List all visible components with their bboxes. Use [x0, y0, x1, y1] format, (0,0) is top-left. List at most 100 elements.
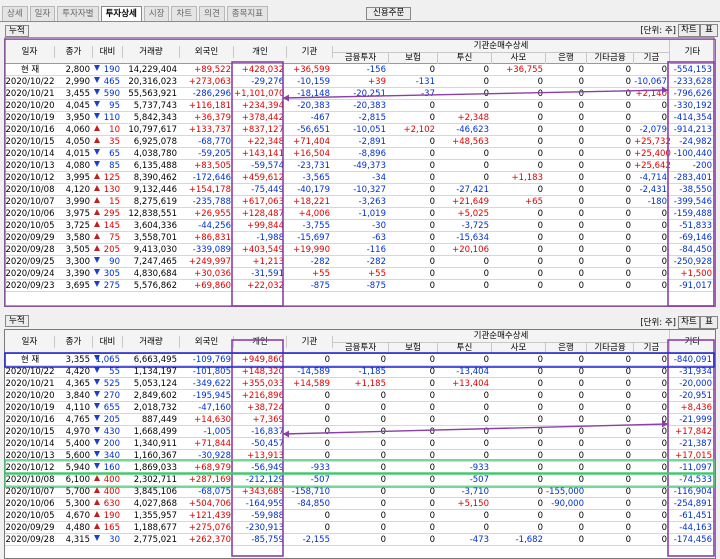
header-insurance[interactable]: 보험: [389, 52, 438, 64]
header-institution[interactable]: 기관: [287, 336, 333, 348]
table-row[interactable]: 2020/10/20 3,840 270 2,849,602 -195,945 +216,…: [5, 390, 715, 402]
table-row[interactable]: 2020/10/16 4,765 205 887,449 +14,630 +7,369 0 0…: [5, 414, 715, 426]
header-bank[interactable]: 은행: [546, 342, 587, 354]
table-row[interactable]: 2020/10/13 5,600 340 1,160,367 -30,928 +13,91…: [5, 450, 715, 462]
table-row[interactable]: 2020/10/07 5,700 400 3,845,106 -68,075 +343,6…: [5, 486, 715, 498]
tab-0[interactable]: 상세: [2, 6, 28, 21]
table-button[interactable]: 표: [700, 24, 718, 37]
table-row[interactable]: 2020/10/15 4,970 430 1,668,499 -1,005 -16,837…: [5, 426, 715, 438]
header-change[interactable]: 대비: [93, 336, 123, 348]
header-bank[interactable]: 은행: [546, 52, 587, 64]
change-value: 75: [109, 233, 120, 243]
cell: 3,950: [65, 113, 90, 123]
tab-6[interactable]: 의견: [199, 6, 225, 21]
table-row[interactable]: 2020/10/05 4,670 190 1,355,957 +121,439 -59,9…: [5, 510, 715, 522]
header-trust[interactable]: 투신: [438, 342, 492, 354]
header-individual[interactable]: 개인: [234, 336, 287, 348]
table-row[interactable]: 2020/10/12 5,940 160 1,869,033 +68,979 -56,94…: [5, 462, 715, 474]
cell: 0: [661, 463, 667, 473]
accumulate-button[interactable]: 누적: [5, 25, 29, 37]
table-row[interactable]: 2020/10/06 3,975 295 12,838,551 +26,955 +128,…: [5, 208, 715, 220]
header-financial_invest[interactable]: 금융투자: [333, 342, 389, 354]
header-insurance[interactable]: 보험: [389, 342, 438, 354]
table-row[interactable]: 2020/09/23 3,695 275 5,576,862 +69,860 +22,03…: [5, 280, 715, 292]
table-row[interactable]: 2020/10/06 5,300 630 4,027,868 +504,706 -164,…: [5, 498, 715, 510]
table-row[interactable]: 2020/10/07 3,990 15 8,275,619 -235,788 +617,0…: [5, 196, 715, 208]
cell: +20,106: [452, 245, 489, 255]
table-row[interactable]: 2020/10/13 4,080 85 6,135,488 +83,505 -59,574…: [5, 160, 715, 172]
table-row[interactable]: 2020/10/15 4,050 35 6,925,078 -68,770 +22,348…: [5, 136, 715, 148]
header-other[interactable]: 기타: [670, 46, 715, 58]
tab-2[interactable]: 투자자별: [57, 6, 99, 21]
tab-3[interactable]: 투자상세: [100, 6, 142, 21]
cell: 0: [578, 161, 584, 171]
cell: +39: [368, 77, 386, 87]
header-individual[interactable]: 개인: [234, 46, 287, 58]
cell: +89,522: [194, 65, 231, 75]
header-private[interactable]: 사모: [492, 52, 546, 64]
cell: 0: [661, 535, 667, 545]
header-close[interactable]: 종가: [55, 336, 93, 348]
cell: 130: [93, 184, 123, 196]
table-row[interactable]: 2020/10/21 3,455 590 55,563,921 -286,296 +1,1…: [5, 88, 715, 100]
table-row[interactable]: 2020/09/29 4,480 165 1,188,677 +275,076 -230,…: [5, 522, 715, 534]
table-row[interactable]: 2020/10/22 2,990 465 20,316,023 +273,063 -29,…: [5, 76, 715, 88]
header-date[interactable]: 일자: [5, 336, 55, 348]
tab-5[interactable]: 차트: [171, 6, 198, 21]
table-row[interactable]: 2020/10/19 4,110 655 2,018,732 -47,160 +38,72…: [5, 402, 715, 414]
table-row[interactable]: 2020/10/19 3,950 110 5,842,343 +36,379 +378,4…: [5, 112, 715, 124]
table-row[interactable]: 2020/10/22 4,420 55 1,134,197 -101,805 +148,3…: [5, 366, 715, 378]
tab-7[interactable]: 종목지표: [226, 6, 269, 21]
header-volume[interactable]: 거래량: [123, 336, 180, 348]
table-row[interactable]: 2020/10/20 4,045 95 5,737,743 +116,181 +234,3…: [5, 100, 715, 112]
header-institution[interactable]: 기관: [287, 46, 333, 58]
cell: 0: [380, 355, 386, 365]
header-foreign[interactable]: 외국인: [180, 336, 234, 348]
tab-4[interactable]: 시장: [143, 6, 170, 21]
header-date[interactable]: 일자: [5, 46, 55, 58]
cell: -473: [469, 535, 489, 545]
header-change[interactable]: 대비: [93, 46, 123, 58]
table-button-2[interactable]: 표: [700, 316, 718, 329]
table-row[interactable]: 2020/09/28 3,505 205 9,413,030 -339,089 +403,…: [5, 244, 715, 256]
header-foreign[interactable]: 외국인: [180, 46, 234, 58]
cell: +343,689: [241, 487, 284, 497]
header-volume[interactable]: 거래량: [123, 46, 180, 58]
cell: -283,401: [673, 173, 712, 183]
cell: 0: [483, 89, 489, 99]
table-row[interactable]: 2020/10/16 4,060 10 10,797,617 +133,737 +837,…: [5, 124, 715, 136]
header-pension[interactable]: 기금: [634, 342, 670, 354]
table-row[interactable]: 2020/09/25 3,300 90 7,247,465 +249,997 +1,213…: [5, 256, 715, 268]
table-row[interactable]: 2020/09/24 3,390 305 4,830,684 +30,036 -31,59…: [5, 268, 715, 280]
chart-button-2[interactable]: 차트: [678, 316, 700, 329]
table-row[interactable]: 2020/09/28 4,315 30 2,775,021 +262,370 -85,75…: [5, 534, 715, 546]
tab-1[interactable]: 일자: [29, 6, 56, 21]
cell: +14,630: [194, 415, 231, 425]
change-value: 630: [103, 499, 120, 509]
header-trust[interactable]: 투신: [438, 52, 492, 64]
table-row[interactable]: 2020/10/05 3,725 145 3,604,336 -44,256 +99,84…: [5, 220, 715, 232]
header-close[interactable]: 종가: [55, 46, 93, 58]
cell: 2020/09/28: [5, 535, 55, 545]
header-private[interactable]: 사모: [492, 342, 546, 354]
table-row[interactable]: 2020/10/12 3,995 125 8,390,462 -172,646 +459,…: [5, 172, 715, 184]
table-row[interactable]: 2020/10/14 4,015 65 4,038,780 -59,205 +143,14…: [5, 148, 715, 160]
table-row[interactable]: 2020/10/14 5,400 200 1,340,911 +71,844 -50,45…: [5, 438, 715, 450]
header-other_finance[interactable]: 기타금융: [587, 342, 634, 354]
chart-button[interactable]: 차트: [678, 24, 700, 37]
cell: 0: [429, 391, 435, 401]
header-other_finance[interactable]: 기타금융: [587, 52, 634, 64]
header-pension[interactable]: 기금: [634, 52, 670, 64]
accumulate-button-2[interactable]: 누적: [5, 315, 29, 327]
table-row[interactable]: 2020/10/08 6,100 400 2,302,711 +287,169 -212,…: [5, 474, 715, 486]
header-financial_invest[interactable]: 금융투자: [333, 52, 389, 64]
table-row[interactable]: 현 재 2,800 190 14,229,404 +89,522 +428,032 +36,…: [5, 64, 715, 76]
table-row[interactable]: 2020/09/29 3,580 75 3,558,701 +86,831 -1,988 -…: [5, 232, 715, 244]
header-other[interactable]: 기타: [670, 336, 715, 348]
cell: 4,365: [65, 379, 90, 389]
table-row[interactable]: 현 재 3,355 1,065 6,663,495 -109,769 +949,860 0 0…: [5, 354, 715, 366]
cell: 0: [324, 439, 330, 449]
table-row[interactable]: 2020/10/21 4,365 525 5,053,124 -349,622 +355,…: [5, 378, 715, 390]
credit-order-button[interactable]: 신용주문: [366, 7, 412, 20]
table-row[interactable]: 2020/10/08 4,120 130 9,132,446 +154,178 -75,4…: [5, 184, 715, 196]
